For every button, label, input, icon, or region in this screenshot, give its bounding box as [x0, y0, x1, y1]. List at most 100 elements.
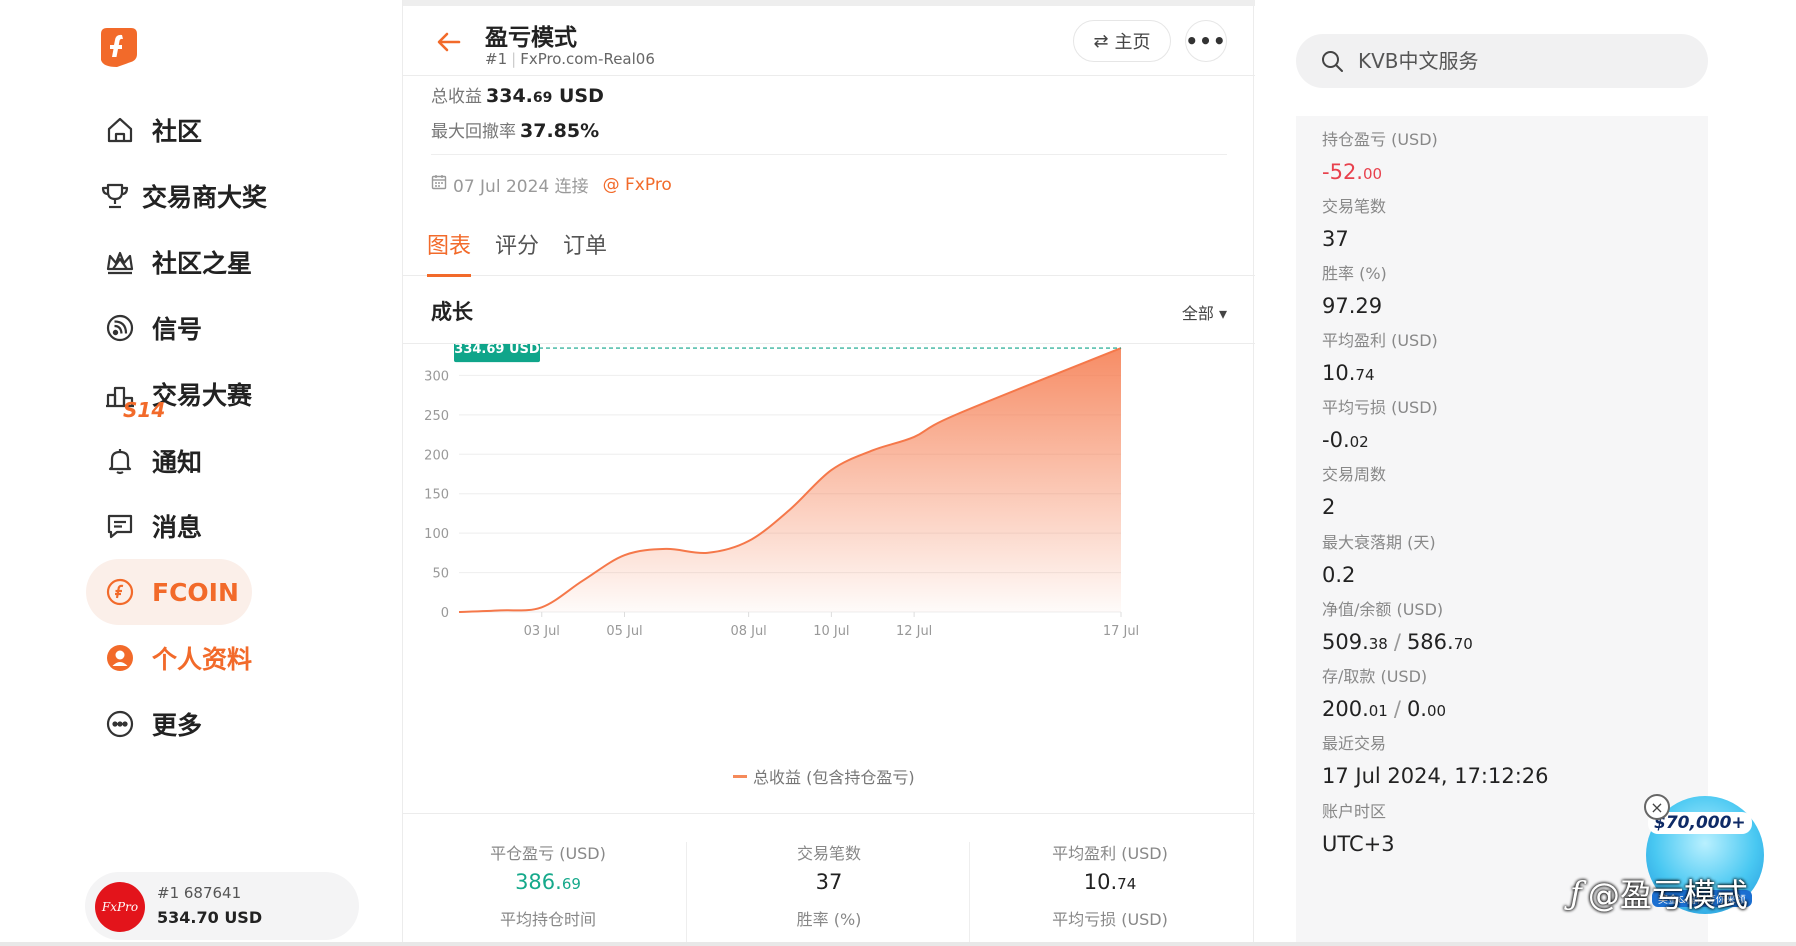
stat-value: 386.69: [515, 870, 581, 894]
sidebar-item-profile[interactable]: 个人资料: [86, 625, 256, 691]
legend-label: 总收益 (包含持仓盈亏): [753, 768, 915, 787]
account-rank: #1: [485, 50, 508, 68]
more-icon: [100, 704, 140, 744]
info-label: 账户时区: [1322, 802, 1387, 821]
search-input[interactable]: [1358, 49, 1678, 73]
sidebar-item-signals[interactable]: 信号: [86, 295, 256, 361]
range-select[interactable]: 全部 ▾: [1182, 300, 1227, 324]
info-value: 200.01/0.00: [1322, 697, 1447, 721]
watermark-logo-icon: ƒ: [1570, 874, 1582, 912]
sidebar-item-more[interactable]: 更多: [86, 691, 256, 757]
x-tick-label: 17 Jul: [1103, 624, 1139, 639]
sidebar-item-trading-contest[interactable]: 交易大赛: [86, 361, 256, 427]
home-icon: [100, 110, 140, 150]
growth-header: 成长 全部 ▾: [403, 276, 1255, 344]
connection-date: 07 Jul 2024 连接: [453, 177, 589, 197]
stat-value: 10.74: [1083, 870, 1137, 894]
sidebar-item-label: 通知: [152, 448, 203, 477]
info-value: -52.00: [1322, 160, 1383, 184]
sidebar-item-label: 交易大赛: [152, 381, 253, 410]
info-avg-profit: 平均盈利 (USD) 10.74: [1322, 327, 1438, 385]
signal-icon: [100, 308, 140, 348]
divider: [686, 842, 687, 946]
main-content: 盈亏模式 #1 | FxPro.com-Real06 ⇄ 主页 ••• 总收益 334…: [402, 0, 1255, 946]
total-profit: 总收益 334.69 USD: [431, 82, 604, 107]
growth-chart: 0 50 100 150 200 250 300 350 03 Jul 05 Jul 08 Jul 1…: [403, 344, 1255, 814]
account-balance: 534.70 USD: [157, 908, 263, 927]
sidebar-item-label: 社区: [152, 117, 203, 146]
stat-avg-profit: 平均盈利 (USD) 10.74 平均亏损 (USD): [975, 840, 1245, 930]
broker-link[interactable]: @ FxPro: [603, 175, 672, 195]
tab-orders[interactable]: 订单: [563, 228, 607, 276]
stat-trade-count: 交易笔数 37 胜率 (%): [694, 840, 964, 930]
sidebar-item-messages[interactable]: 消息: [86, 493, 256, 559]
search-icon: [1322, 51, 1343, 72]
message-icon: [100, 506, 140, 546]
max-drawdown-value: 37.85%: [520, 120, 600, 142]
info-open-pnl: 持仓盈亏 (USD) -52.00: [1322, 126, 1438, 184]
sidebar-item-community[interactable]: 社区: [86, 97, 256, 163]
info-avg-loss: 平均亏损 (USD) -0.02: [1322, 394, 1438, 452]
account-subtitle: #1 | FxPro.com-Real06: [485, 50, 655, 68]
info-value: 97.29: [1322, 294, 1383, 318]
info-value: 17 Jul 2024, 17:12:26: [1322, 764, 1549, 788]
sidebar-item-label: 个人资料: [152, 645, 253, 674]
back-button[interactable]: [431, 24, 467, 60]
swap-icon: ⇄: [1093, 30, 1109, 52]
legend-swatch: [733, 774, 747, 778]
x-tick-label: 05 Jul: [606, 624, 642, 639]
sidebar-item-label: 社区之星: [152, 249, 253, 278]
arrow-left-icon: [437, 32, 461, 52]
sidebar-item-community-stars[interactable]: 社区之星: [86, 229, 256, 295]
y-tick-label: 250: [424, 409, 449, 424]
sidebar-item-fcoin[interactable]: FCOIN: [86, 559, 252, 625]
home-button[interactable]: ⇄ 主页: [1073, 20, 1171, 62]
info-value: 10.74: [1322, 361, 1375, 385]
info-value: -0.02: [1322, 428, 1369, 452]
watermark-text: @盈亏模式: [1587, 876, 1748, 914]
tab-bar: 图表 评分 订单: [403, 222, 1255, 277]
y-tick-label: 50: [432, 567, 449, 582]
info-win-rate: 胜率 (%) 97.29: [1322, 260, 1387, 318]
more-options-button[interactable]: •••: [1185, 20, 1227, 62]
info-deposits-withdrawals: 存/取款 (USD) 200.01/0.00: [1322, 663, 1446, 721]
growth-title: 成长: [431, 300, 473, 324]
sidebar-item-label: 信号: [152, 315, 203, 344]
app-logo[interactable]: [97, 24, 139, 68]
page-title: 盈亏模式: [485, 25, 577, 51]
stat-value: 37: [815, 870, 843, 894]
info-label: 平均亏损 (USD): [1322, 398, 1438, 417]
connection-info: 07 Jul 2024 连接 @ FxPro: [431, 172, 672, 197]
stat-label: 胜率 (%): [796, 910, 862, 929]
y-tick-label: 100: [424, 527, 449, 542]
stat-label: 平均盈利 (USD): [1052, 844, 1168, 863]
sidebar-item-broker-awards[interactable]: 交易商大奖: [86, 163, 267, 229]
account-server: FxPro.com-Real06: [520, 50, 655, 68]
tab-score[interactable]: 评分: [495, 228, 539, 276]
info-value: 2: [1322, 495, 1336, 519]
info-value: 509.38/586.70: [1322, 630, 1473, 654]
account-card[interactable]: FxPro #1 687641 534.70 USD: [85, 872, 359, 940]
tab-chart[interactable]: 图表: [427, 228, 472, 277]
profile-icon: [100, 638, 140, 678]
sidebar-item-label: 交易商大奖: [142, 183, 268, 212]
close-icon[interactable]: ×: [1644, 794, 1670, 820]
watermark: ƒ @盈亏模式: [1570, 870, 1748, 916]
info-value: 0.2: [1322, 563, 1356, 587]
bottom-strip: [0, 942, 1796, 946]
info-trade-count: 交易笔数 37: [1322, 193, 1386, 251]
stat-label: 平仓盈亏 (USD): [490, 844, 606, 863]
x-tick-label: 03 Jul: [524, 624, 560, 639]
info-label: 净值/余额 (USD): [1322, 600, 1444, 619]
info-equity-balance: 净值/余额 (USD) 509.38/586.70: [1322, 596, 1473, 654]
total-profit-label: 总收益: [431, 87, 482, 107]
trophy-icon: [100, 176, 130, 216]
sidebar-item-notifications[interactable]: 通知: [86, 428, 256, 494]
current-value-label: 334.69 USD: [454, 344, 540, 357]
search-bar[interactable]: [1296, 34, 1708, 88]
y-tick-label: 200: [424, 448, 449, 463]
info-value: UTC+3: [1322, 832, 1395, 856]
crown-icon: [100, 242, 140, 282]
season-badge: S14: [123, 398, 166, 422]
avatar: FxPro: [95, 882, 145, 932]
